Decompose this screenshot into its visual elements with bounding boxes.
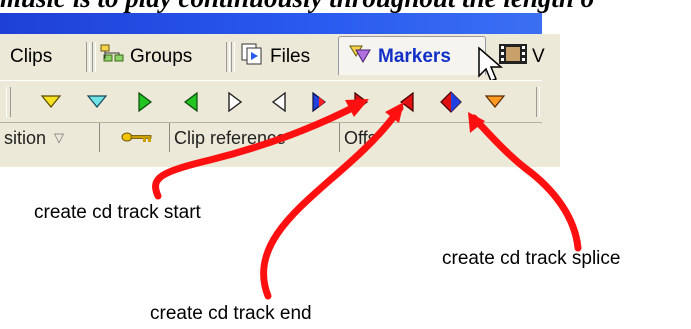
annotation-arrows xyxy=(152,99,582,300)
arrow-to-track-splice xyxy=(470,114,582,252)
